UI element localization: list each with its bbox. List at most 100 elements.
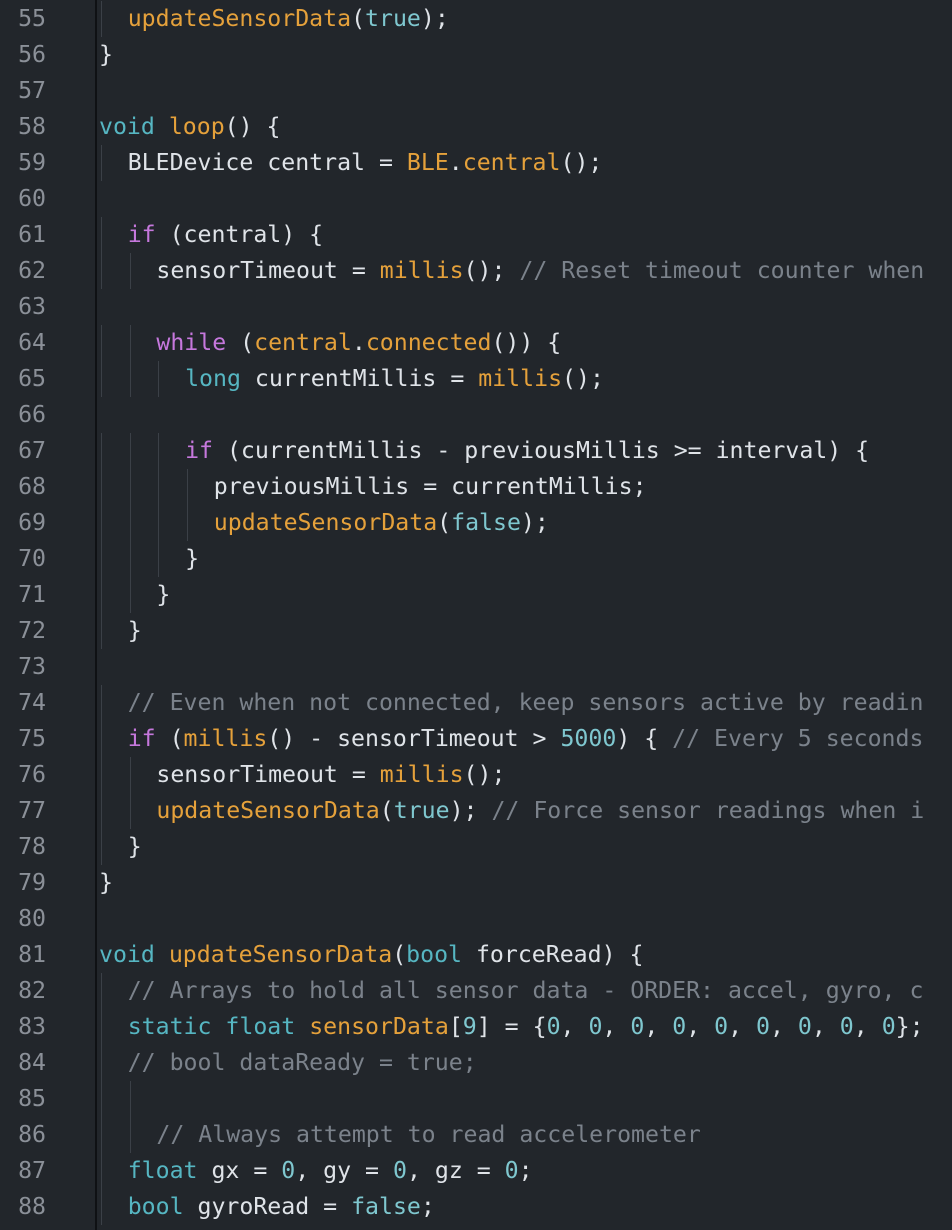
code-line[interactable]: 86 // Always attempt to read acceleromete…	[0, 1117, 952, 1153]
line-number: 70	[18, 545, 46, 572]
code-line[interactable]: 68 previousMillis = currentMillis;	[0, 469, 952, 505]
code-line[interactable]: 62 sensorTimeout = millis(); // Reset tim…	[0, 253, 952, 289]
code-line[interactable]: 78}	[0, 829, 952, 865]
code-line[interactable]: 79}	[0, 865, 952, 901]
code-line[interactable]: 87 float gx = 0, gy = 0, gz = 0;	[0, 1153, 952, 1189]
code-line[interactable]: 60	[0, 181, 952, 217]
code-text: }	[99, 865, 113, 901]
code-token: float	[225, 1013, 296, 1040]
indent-guide	[158, 505, 160, 541]
indent-guide	[101, 1153, 102, 1189]
code-line[interactable]: 85	[0, 1081, 952, 1117]
line-number: 78	[18, 833, 46, 860]
code-token: ();	[463, 761, 506, 788]
code-token: while	[156, 329, 227, 356]
line-number: 63	[18, 293, 46, 320]
code-token: ;	[420, 1193, 435, 1220]
line-number: 59	[18, 149, 46, 176]
indent-guide	[101, 361, 102, 397]
indent-guide	[101, 721, 102, 757]
code-text: }	[185, 541, 199, 577]
line-number: 80	[18, 905, 46, 932]
code-line[interactable]: 81 void updateSensorData(bool forceRead) …	[0, 937, 952, 973]
code-token: (	[226, 329, 255, 356]
code-line[interactable]: 67 if (currentMillis - previousMillis >= …	[0, 433, 952, 469]
code-token: // Always attempt to read accelerometer	[156, 1121, 701, 1148]
code-line[interactable]: 80	[0, 901, 952, 937]
code-line[interactable]: 63	[0, 289, 952, 325]
code-line[interactable]: 75 if (millis() - sensorTimeout > 5000) {…	[0, 721, 952, 757]
code-line[interactable]: 84 // bool dataReady = true;	[0, 1045, 952, 1081]
code-token: central	[462, 149, 561, 176]
code-token: forceRead) {	[462, 941, 644, 968]
code-token: (	[379, 797, 394, 824]
code-text: if (currentMillis - previousMillis >= in…	[185, 433, 869, 469]
code-line[interactable]: 70}	[0, 541, 952, 577]
code-token: .	[448, 149, 463, 176]
code-token: if	[185, 437, 214, 464]
indent-guide	[101, 973, 102, 1009]
code-token: 5000	[560, 725, 617, 752]
code-token: // Force sensor readings when i	[491, 797, 925, 824]
line-number: 66	[18, 401, 46, 428]
code-line[interactable]: 76 sensorTimeout = millis();	[0, 757, 952, 793]
line-number: 76	[18, 761, 46, 788]
code-line[interactable]: 66	[0, 397, 952, 433]
code-line[interactable]: 61 if (central) {	[0, 217, 952, 253]
code-token: (central) {	[155, 221, 324, 248]
code-token: false	[451, 509, 521, 536]
code-token: loop	[168, 113, 225, 140]
code-line[interactable]: 57	[0, 73, 952, 109]
indent-guide	[101, 1009, 102, 1045]
code-token: millis	[183, 725, 268, 752]
code-line[interactable]: 88 bool gyroRead = false;	[0, 1189, 952, 1225]
code-token: ,	[602, 1013, 631, 1040]
code-line[interactable]: 56}	[0, 37, 952, 73]
indent-guide	[129, 325, 131, 361]
code-token: // Arrays to hold all sensor data - ORDE…	[127, 977, 924, 1004]
code-token: float	[127, 1157, 198, 1184]
code-token: }	[185, 545, 200, 572]
code-line[interactable]: 77 updateSensorData(true); // Force senso…	[0, 793, 952, 829]
line-number: 74	[18, 689, 46, 716]
line-number: 83	[18, 1013, 46, 1040]
code-line[interactable]: 58 void loop() {	[0, 109, 952, 145]
code-line[interactable]: 69 updateSensorData(false);	[0, 505, 952, 541]
code-text: void loop() {	[99, 109, 281, 145]
code-token: ();	[463, 257, 520, 284]
code-token: (	[351, 5, 366, 32]
code-token: // Reset timeout counter when	[519, 257, 925, 284]
code-line[interactable]: 73	[0, 649, 952, 685]
code-line[interactable]: 72}	[0, 613, 952, 649]
code-token: sensorData	[309, 1013, 449, 1040]
code-token: }	[156, 581, 171, 608]
indent-guide	[158, 433, 160, 469]
code-line[interactable]: 64 while (central.connected()) {	[0, 325, 952, 361]
indent-guide	[129, 757, 131, 793]
code-line[interactable]: 71}	[0, 577, 952, 613]
code-text: long currentMillis = millis();	[185, 361, 604, 397]
code-text: }	[99, 37, 113, 73]
code-token: updateSensorData	[168, 941, 393, 968]
indent-guide	[129, 505, 131, 541]
line-number: 62	[18, 257, 46, 284]
code-token: ,	[686, 1013, 715, 1040]
code-line[interactable]: 82 // Arrays to hold all sensor data - OR…	[0, 973, 952, 1009]
indent-guide	[129, 1081, 131, 1117]
indent-guide	[129, 1117, 131, 1153]
code-line[interactable]: 55 updateSensorData(true);	[0, 1, 952, 37]
code-line[interactable]: 74 // Even when not connected, keep senso…	[0, 685, 952, 721]
code-line[interactable]: 65 long currentMillis = millis();	[0, 361, 952, 397]
code-token: 0	[839, 1013, 854, 1040]
code-token: (	[437, 509, 452, 536]
code-token: currentMillis =	[240, 365, 479, 392]
code-line[interactable]: 83 static float sensorData[9] = {0, 0, 0,…	[0, 1009, 952, 1045]
indent-guide	[129, 433, 131, 469]
indent-guide	[101, 253, 102, 289]
code-editor[interactable]: 55 updateSensorData(true); 56} 57 58 void loo…	[0, 0, 952, 1230]
code-line[interactable]: 59 BLEDevice central = BLE.central();	[0, 145, 952, 181]
indent-guide	[101, 1045, 102, 1081]
code-token: }	[127, 617, 142, 644]
code-text: sensorTimeout = millis(); // Reset timeo…	[156, 253, 924, 289]
